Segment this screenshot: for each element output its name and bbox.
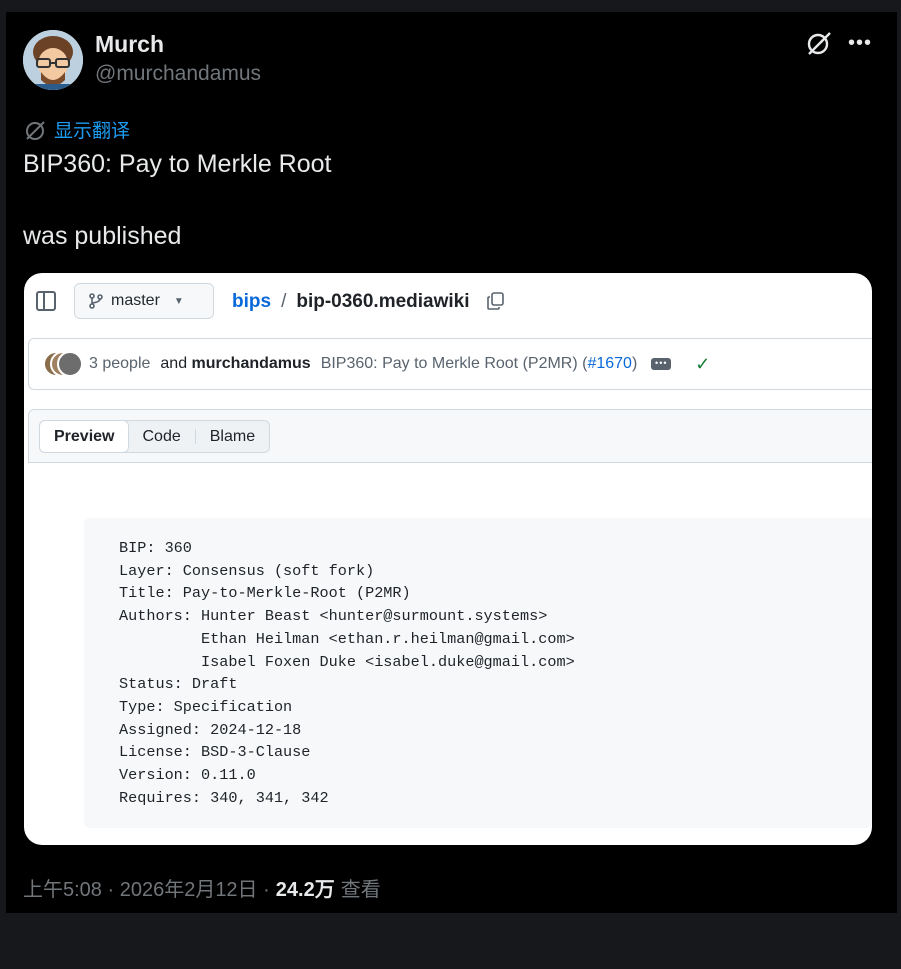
chevron-down-icon: ▼ [173,295,184,307]
commit-author-name[interactable]: murchandamus [192,355,311,372]
tweet-text-line1: BIP360: Pay to Merkle Root [23,150,332,178]
code-line: Ethan Heilman <ethan.r.heilman@gmail.com… [119,629,575,648]
code-line: Version: 0.11.0 [119,766,256,785]
tweet-timestamp[interactable]: 上午5:08 · 2026年2月12日 · [23,873,270,902]
breadcrumb-file: bip-0360.mediawiki [296,291,470,312]
tab-code[interactable]: Code [128,421,194,452]
code-line: Isabel Foxen Duke <isabel.duke@gmail.com… [119,652,575,671]
code-line: Assigned: 2024-12-18 [119,720,302,739]
code-line: Authors: Hunter Beast <hunter@surmount.s… [119,607,548,626]
code-line: Type: Specification [119,697,293,716]
contributors-count[interactable]: 3 people [89,355,150,373]
author-handle[interactable]: @murchandamus [95,62,261,86]
expand-commit-button[interactable]: ••• [651,358,672,370]
code-line: Status: Draft [119,675,238,694]
code-line: Requires: 340, 341, 342 [119,788,329,807]
commit-and-text: and [160,355,188,372]
commit-message-end: ) [631,355,638,372]
tab-preview[interactable]: Preview [39,420,130,453]
branch-icon [89,293,103,309]
sidebar-toggle-icon[interactable] [36,291,56,311]
breadcrumb: bips / bip-0360.mediawiki [232,291,470,313]
tab-blame[interactable]: Blame [196,421,269,452]
branch-name: master [111,292,160,309]
breadcrumb-separator: / [281,291,287,312]
translate-icon [26,120,45,140]
branch-selector[interactable]: master ▼ [74,283,214,319]
breadcrumb-repo[interactable]: bips [232,291,271,313]
pr-link[interactable]: #1670 [587,355,632,372]
attached-image[interactable]: master ▼ bips / bip-0360.mediawiki 3 peo… [24,273,872,845]
commit-message-text: BIP360: Pay to Merkle Root (P2MR) ( [320,355,588,372]
commit-author: and murchandamus [160,355,310,373]
contributor-avatars[interactable] [43,351,83,377]
code-line: Layer: Consensus (soft fork) [119,561,375,580]
grok-icon[interactable] [806,30,832,56]
copy-icon[interactable] [486,291,506,311]
commit-message[interactable]: BIP360: Pay to Merkle Root (P2MR) (#1670… [321,355,638,373]
view-tabs: Preview Code Blame [39,420,271,453]
file-view-header: Preview Code Blame [28,409,872,463]
view-count: 24.2万 [275,879,335,901]
tweet-text-line2: was published [23,222,182,250]
check-icon[interactable]: ✓ [695,354,710,375]
views-label: 查看 [340,879,381,901]
show-translation-link[interactable]: 显示翻译 [24,116,130,143]
bip-preamble: BIP: 360 Layer: Consensus (soft fork) Titl… [84,518,872,828]
code-line: License: BSD-3-Clause [119,743,311,762]
avatar[interactable] [23,30,83,90]
latest-commit-bar: 3 people and murchandamus BIP360: Pay to… [28,338,872,390]
code-line: Title: Pay-to-Merkle-Root (P2MR) [119,584,411,603]
translate-label: 显示翻译 [54,121,131,142]
avatar [57,351,83,377]
more-icon[interactable]: ••• [848,32,872,55]
author-name[interactable]: Murch [95,31,164,58]
tweet-metadata: 上午5:08 · 2026年2月12日 · 24.2万 查看 [23,873,381,902]
code-line: BIP: 360 [119,539,192,557]
